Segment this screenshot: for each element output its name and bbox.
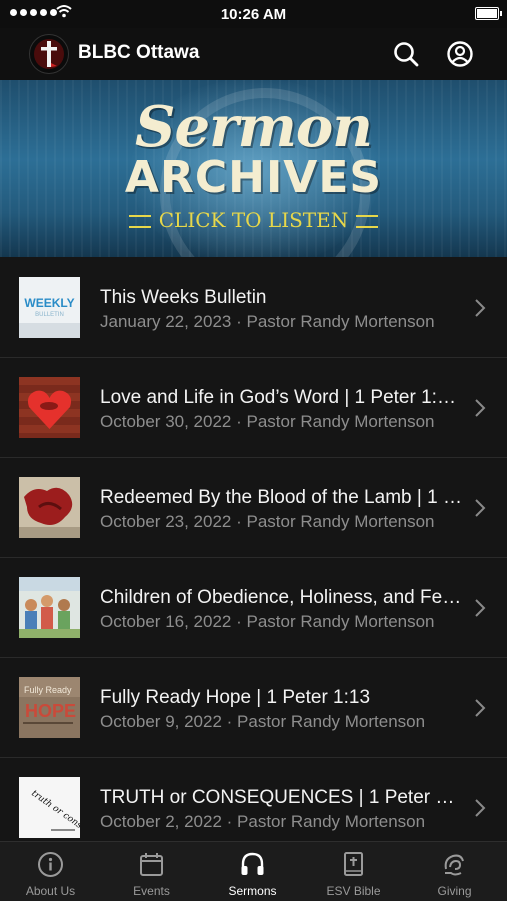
chevron-right-icon <box>475 699 486 717</box>
sermon-thumbnail: truth or consequences <box>19 777 80 838</box>
sermon-row[interactable]: WEEKLY BULLETIN This Weeks Bulletin Janu… <box>0 258 507 358</box>
sermon-thumbnail: Fully Ready HOPE <box>19 677 80 738</box>
tab-label: About Us <box>25 884 76 898</box>
sermon-row[interactable]: Redeemed By the Blood of the Lamb | 1 Pe… <box>0 458 507 558</box>
sermon-subtitle: October 23, 2022 · Pastor Randy Mortenso… <box>100 512 435 531</box>
app-header: BLBC Ottawa <box>0 28 507 80</box>
sermon-row[interactable]: Fully Ready HOPE Fully Ready Hope | 1 Pe… <box>0 658 507 758</box>
tab-giving[interactable]: Giving <box>404 842 505 901</box>
sermon-title: Love and Life in God’s Word | 1 Peter 1:… <box>100 387 462 408</box>
sermon-title: Children of Obedience, Holiness, and Fea… <box>100 587 462 608</box>
sermon-row[interactable]: Love and Life in God’s Word | 1 Peter 1:… <box>0 358 507 458</box>
sermon-list: WEEKLY BULLETIN This Weeks Bulletin Janu… <box>0 258 507 858</box>
sermon-subtitle: October 9, 2022 · Pastor Randy Mortenson <box>100 712 426 731</box>
click-to-listen-label: CLICK TO LISTEN <box>0 208 507 232</box>
sermon-subtitle: January 22, 2023 · Pastor Randy Mortenso… <box>100 312 435 331</box>
info-icon <box>38 852 63 877</box>
banner-title: ARCHIVES <box>124 152 383 203</box>
thumb-weekly-text: WEEKLY <box>24 296 74 310</box>
cta-text: CLICK TO LISTEN <box>158 208 349 232</box>
battery-icon <box>475 7 502 20</box>
sermon-subtitle: October 30, 2022 · Pastor Randy Mortenso… <box>100 412 435 431</box>
tab-label: Giving <box>437 884 472 898</box>
headphones-icon <box>241 852 264 875</box>
chevron-right-icon <box>475 499 486 517</box>
tab-label: Sermons <box>228 884 277 898</box>
church-logo[interactable] <box>29 34 69 74</box>
bible-icon <box>344 852 363 876</box>
sermon-archives-banner[interactable]: Sermon ARCHIVES CLICK TO LISTEN <box>0 80 507 257</box>
cross-icon <box>34 39 64 69</box>
sermon-thumbnail <box>19 477 80 538</box>
search-icon[interactable] <box>392 40 420 68</box>
profile-icon[interactable] <box>446 40 474 68</box>
sermon-subtitle: October 2, 2022 · Pastor Randy Mortenson <box>100 812 426 831</box>
tab-sermons[interactable]: Sermons <box>202 842 303 901</box>
tab-esv-bible[interactable]: ESV Bible <box>303 842 404 901</box>
chevron-right-icon <box>475 799 486 817</box>
sermon-thumbnail <box>19 377 80 438</box>
tab-label: Events <box>133 884 170 898</box>
sermon-subtitle: October 16, 2022 · Pastor Randy Mortenso… <box>100 612 435 631</box>
tab-bar: About Us Events Sermons ESV Bible Giving <box>0 841 507 901</box>
sermon-row[interactable]: Children of Obedience, Holiness, and Fea… <box>0 558 507 658</box>
calendar-icon <box>140 853 163 876</box>
sermon-title: This Weeks Bulletin <box>100 287 267 308</box>
sermon-thumbnail: WEEKLY BULLETIN <box>19 277 80 338</box>
banner-script-text: Sermon <box>135 94 373 160</box>
tab-events[interactable]: Events <box>101 842 202 901</box>
chevron-right-icon <box>475 299 486 317</box>
chevron-right-icon <box>475 399 486 417</box>
status-time: 10:26 AM <box>220 6 287 23</box>
thumb-fully-ready-text: Fully Ready <box>24 685 72 695</box>
sermon-title: TRUTH or CONSEQUENCES | 1 Peter 1:10-12 <box>100 787 462 808</box>
tab-label: ESV Bible <box>326 884 381 898</box>
tab-about-us[interactable]: About Us <box>0 842 101 901</box>
status-bar: 10:26 AM <box>0 0 507 28</box>
sermon-thumbnail <box>19 577 80 638</box>
sermon-title: Redeemed By the Blood of the Lamb | 1 Pe… <box>100 487 462 508</box>
chevron-right-icon <box>475 599 486 617</box>
thumb-hope-text: HOPE <box>25 701 76 721</box>
app-title: BLBC Ottawa <box>78 42 200 63</box>
giving-icon <box>444 854 464 876</box>
thumb-bulletin-text: BULLETIN <box>35 312 64 318</box>
sermon-title: Fully Ready Hope | 1 Peter 1:13 <box>100 687 371 708</box>
